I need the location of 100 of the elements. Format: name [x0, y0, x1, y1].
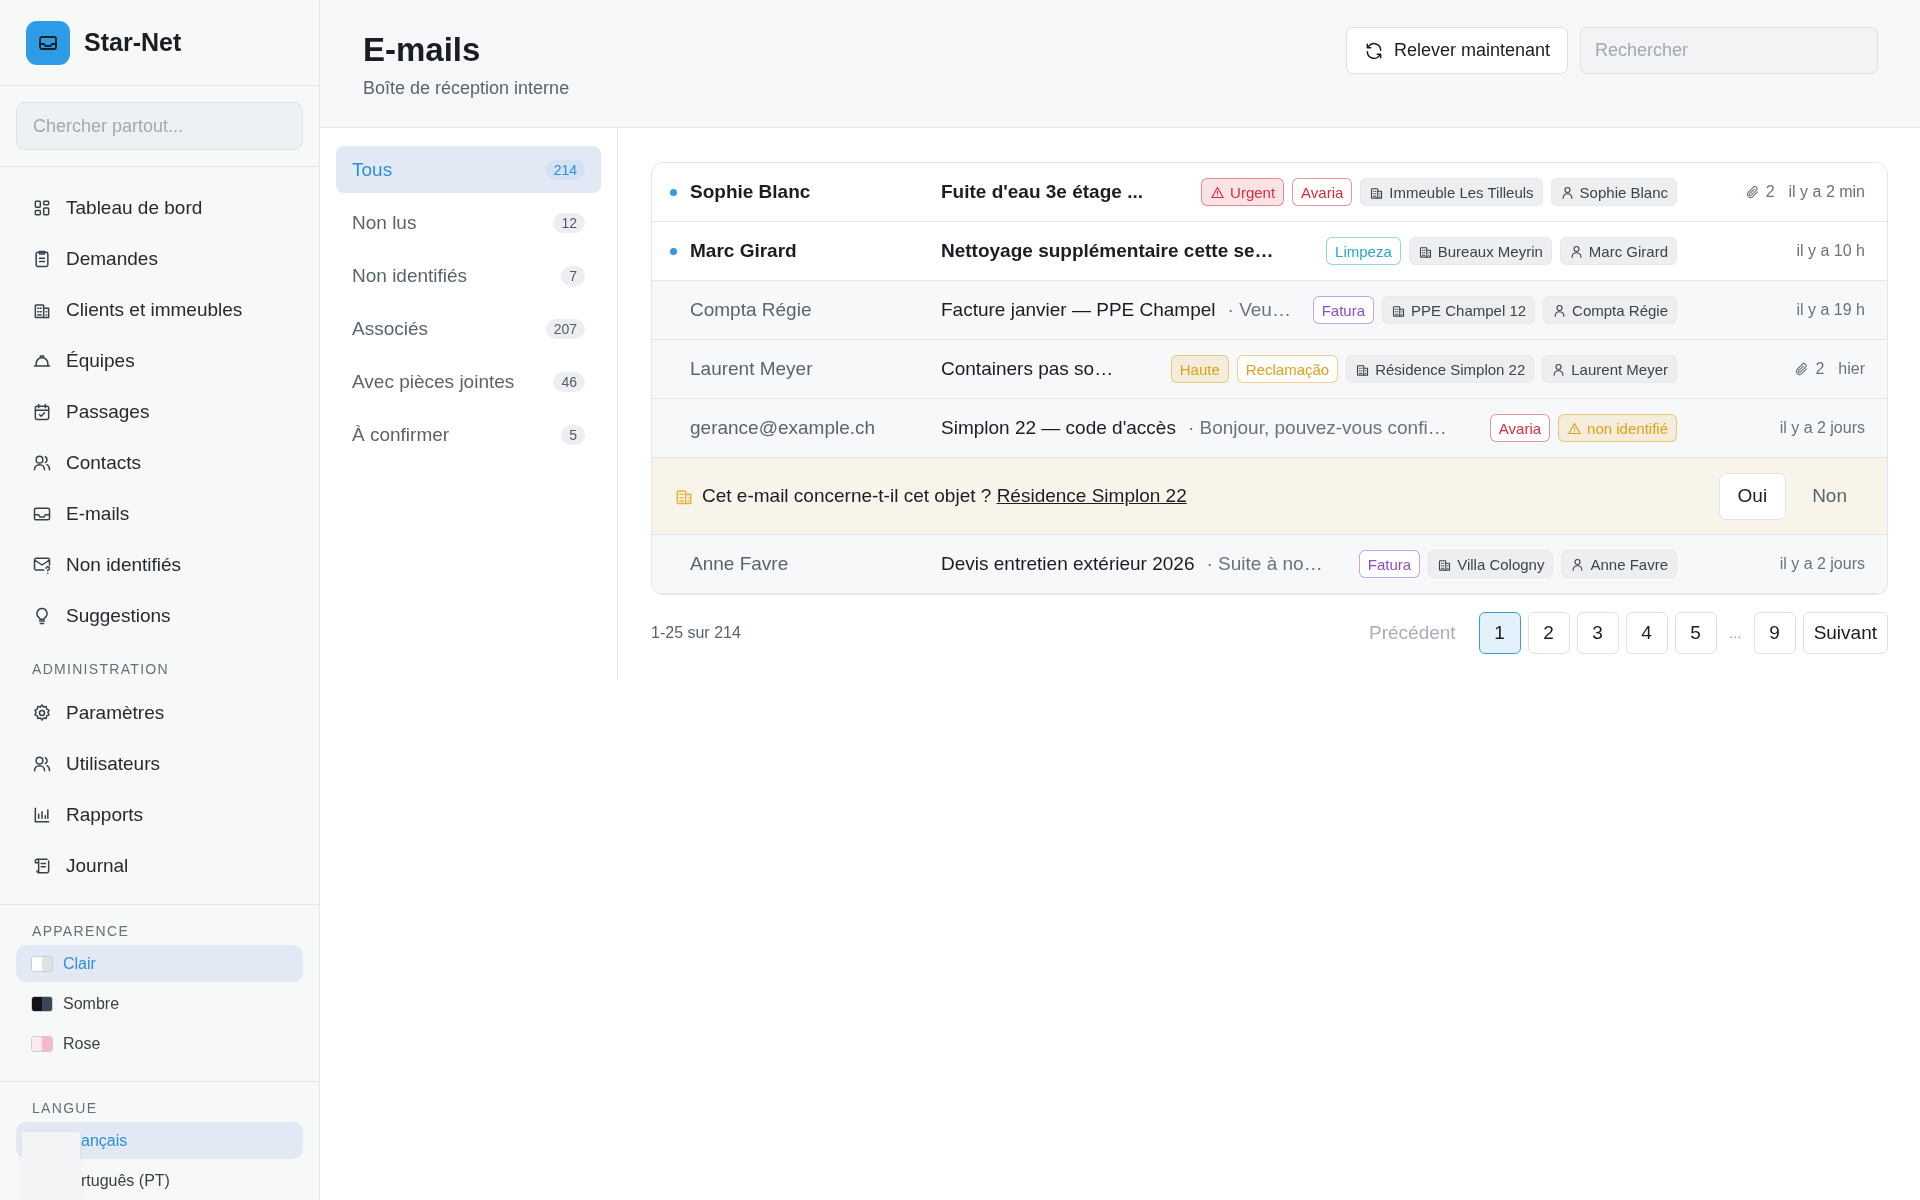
- priority-tag: Urgent: [1201, 178, 1285, 206]
- language-option[interactable]: rtuguês (PT): [16, 1162, 303, 1199]
- nav-item[interactable]: Utilisateurs: [0, 738, 319, 789]
- email-time: il y a 2 jours: [1779, 555, 1865, 573]
- page-button[interactable]: 5: [1674, 612, 1717, 654]
- object-link[interactable]: Résidence Simplon 22: [996, 485, 1187, 506]
- filter-item[interactable]: Associés 207: [336, 305, 601, 352]
- theme-option[interactable]: Sombre: [16, 985, 303, 1022]
- filter-item[interactable]: À confirmer 5: [336, 411, 601, 458]
- paperclip-icon: [1794, 361, 1810, 377]
- email-subject: Facture janvier — PPE Champel: [941, 299, 1216, 321]
- sender-name: Anne Favre: [690, 553, 790, 575]
- count-badge: 207: [545, 318, 585, 339]
- sender-name: Sophie Blanc: [690, 181, 812, 203]
- email-time: il y a 19 h: [1796, 301, 1865, 319]
- attachment-count: 2: [1744, 183, 1775, 201]
- email-row[interactable]: Laurent Meyer Containers pas so… Haute Reclamação Résidence Simplon 22 Laurent Meyer 2 hier: [652, 340, 1887, 399]
- building-chip[interactable]: Villa Cologny: [1428, 550, 1554, 578]
- swatch-icon: [31, 1035, 53, 1052]
- contact-chip[interactable]: Marc Girard: [1559, 237, 1677, 265]
- filter-label: À confirmer: [352, 423, 450, 446]
- email-row[interactable]: Compta Régie Facture janvier — PPE Champel · Veu… Fatura PPE Champel 12 Compta Régie il y a 19 h: [652, 281, 1887, 340]
- count-badge: 12: [553, 212, 585, 233]
- page-button[interactable]: 3: [1576, 612, 1619, 654]
- email-time: hier: [1838, 360, 1865, 378]
- nav-item[interactable]: Suggestions: [0, 590, 319, 641]
- count-badge: 214: [545, 159, 585, 180]
- filter-label: Associés: [352, 317, 429, 340]
- building-chip[interactable]: Résidence Simplon 22: [1346, 355, 1535, 383]
- unread-dot: [670, 247, 677, 255]
- search-field[interactable]: Chercher partout...: [16, 102, 303, 150]
- priority-tag: non identifié: [1558, 414, 1677, 442]
- next-button[interactable]: Suivant: [1802, 612, 1888, 654]
- sender-name: Compta Régie: [690, 299, 813, 321]
- category-tag: Fatura: [1358, 550, 1421, 578]
- attachment-count: 2: [1794, 360, 1825, 378]
- page-button[interactable]: 2: [1527, 612, 1570, 654]
- category-tag: Reclamação: [1236, 355, 1339, 383]
- contact-chip[interactable]: Laurent Meyer: [1542, 355, 1677, 383]
- email-subject: Simplon 22 — code d'accès: [941, 417, 1176, 439]
- settings-icon: [32, 702, 52, 723]
- email-row[interactable]: Marc Girard Nettoyage supplémentaire cette se… Limpeza Bureaux Meyrin Marc Girard il y a 10 h: [652, 222, 1887, 281]
- theme-option[interactable]: Rose: [16, 1025, 303, 1062]
- nav-item[interactable]: Tableau de bord: [0, 182, 319, 233]
- search-field[interactable]: Rechercher: [1580, 27, 1878, 74]
- email-row[interactable]: Anne Favre Devis entretien extérieur 2026 · Suite à no… Fatura Villa Cologny Anne Favre il y a 2 jours: [652, 535, 1887, 594]
- nav-item[interactable]: Journal: [0, 840, 319, 891]
- filter-label: Non lus: [352, 211, 417, 234]
- email-time: il y a 10 h: [1796, 242, 1865, 260]
- filter-item[interactable]: Non identifiés 7: [336, 252, 601, 299]
- nav-item[interactable]: Équipes: [0, 335, 319, 386]
- page-button[interactable]: 1: [1478, 612, 1521, 654]
- nav-item[interactable]: Contacts: [0, 437, 319, 488]
- suggestion-text: Cet e-mail concerne-t-il cet objet ? Résidence Simplon 22: [702, 485, 1188, 507]
- priority-tag: Haute: [1170, 355, 1229, 383]
- category-tag: Avaria: [1489, 414, 1551, 442]
- nav-item[interactable]: Clients et immeubles: [0, 284, 319, 335]
- contact-chip[interactable]: Compta Régie: [1543, 296, 1677, 324]
- category-tag: Fatura: [1312, 296, 1375, 324]
- email-subject: Nettoyage supplémentaire cette se…: [941, 240, 1274, 262]
- warning-icon: [1567, 420, 1583, 436]
- email-time: il y a 2 min: [1788, 183, 1865, 201]
- page-title: E-mails: [363, 31, 482, 69]
- warning-icon: [1210, 184, 1226, 200]
- building-chip[interactable]: Immeuble Les Tilleuls: [1360, 178, 1543, 206]
- email-preview: · Bonjour, pouvez-vous confi…: [1187, 417, 1447, 439]
- nav-item[interactable]: Demandes: [0, 233, 319, 284]
- nav-item[interactable]: Non identifiés: [0, 539, 319, 590]
- filter-label: Tous: [352, 158, 393, 181]
- clipboard-icon: [32, 248, 52, 269]
- email-subject: Containers pas so…: [941, 358, 1114, 380]
- swatch-icon: [31, 955, 53, 972]
- reject-button[interactable]: Non: [1794, 472, 1865, 520]
- category-tag: Limpeza: [1326, 237, 1401, 265]
- page-summary: 1-25 sur 214: [651, 624, 741, 642]
- section-title: APPARENCE: [31, 922, 131, 941]
- email-preview: · Suite à no…: [1206, 553, 1323, 575]
- logo-icon: [26, 20, 70, 65]
- page-button[interactable]: 4: [1625, 612, 1668, 654]
- email-row[interactable]: Sophie Blanc Fuite d'eau 3e étage ... Urgent Avaria Immeuble Les Tilleuls Sophie Blanc 2 il y a 2 min: [652, 163, 1887, 222]
- nav-item[interactable]: Passages: [0, 386, 319, 437]
- contact-chip[interactable]: Anne Favre: [1561, 550, 1677, 578]
- filter-label: Non identifiés: [352, 264, 468, 287]
- building-chip[interactable]: Bureaux Meyrin: [1408, 237, 1552, 265]
- sender-name: Marc Girard: [690, 240, 798, 262]
- nav-item[interactable]: Paramètres: [0, 687, 319, 738]
- unread-dot: [670, 188, 677, 196]
- count-badge: 46: [553, 371, 585, 392]
- page-subtitle: Boîte de réception interne: [363, 78, 571, 99]
- sender-name: gerance@example.ch: [690, 417, 877, 439]
- building-chip[interactable]: PPE Champel 12: [1382, 296, 1536, 324]
- nav-item[interactable]: E-mails: [0, 488, 319, 539]
- refresh-button[interactable]: Relever maintenant: [1345, 27, 1568, 74]
- filter-item[interactable]: Avec pièces jointes 46: [336, 358, 601, 405]
- page-button[interactable]: 9: [1753, 612, 1796, 654]
- confirm-button[interactable]: Oui: [1718, 472, 1787, 520]
- filter-item[interactable]: Non lus 12: [336, 199, 601, 246]
- contact-chip[interactable]: Sophie Blanc: [1550, 178, 1677, 206]
- nav-item[interactable]: Rapports: [0, 789, 319, 840]
- email-preview: · Veu…: [1227, 299, 1291, 321]
